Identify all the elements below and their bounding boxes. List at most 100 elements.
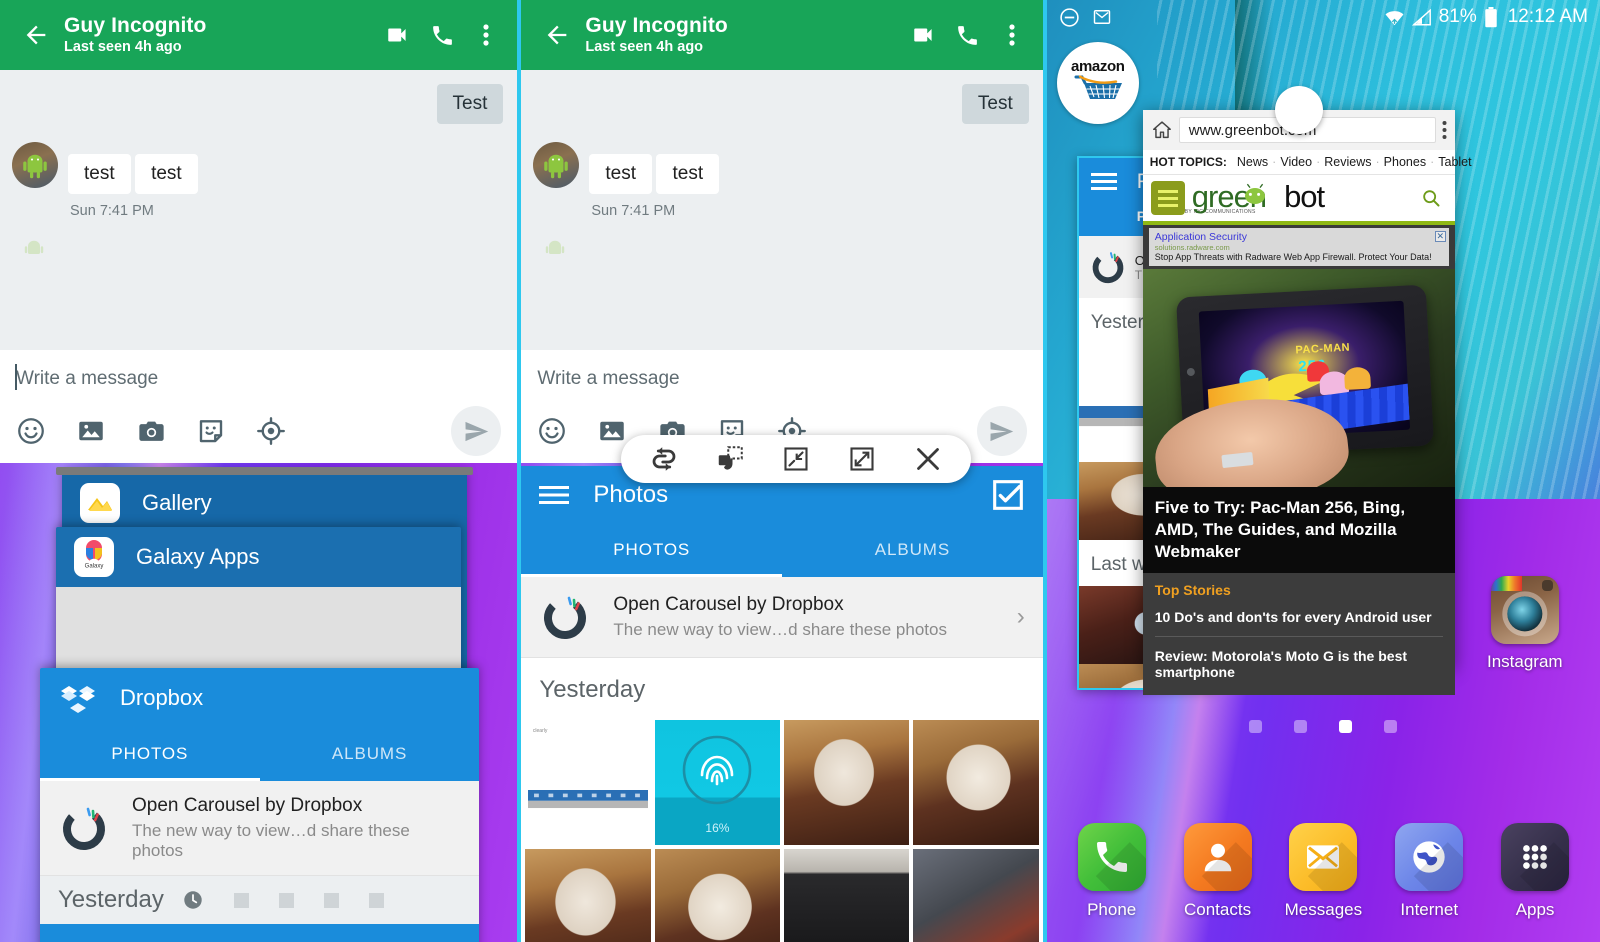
dock-item-apps[interactable]: Apps bbox=[1487, 823, 1583, 920]
advertisement[interactable]: Application Security solutions.radware.c… bbox=[1142, 225, 1455, 270]
page-dot[interactable] bbox=[1294, 720, 1308, 733]
checkbox-checked-icon[interactable] bbox=[991, 478, 1025, 512]
clock-icon bbox=[182, 889, 204, 911]
message-placeholder: Write a message bbox=[16, 368, 159, 389]
card-stack-edge bbox=[56, 467, 474, 475]
hero-image[interactable]: PAC-MAN 256 bbox=[1142, 269, 1455, 488]
section-label: Yesterday bbox=[58, 886, 164, 913]
tab-photos[interactable]: PHOTOS bbox=[40, 728, 260, 778]
minimize-window-icon[interactable] bbox=[763, 435, 829, 483]
page-dot[interactable] bbox=[1384, 720, 1398, 733]
dock-item-internet[interactable]: Internet bbox=[1381, 823, 1477, 920]
carousel-subtitle: The new way to view…d share these photos bbox=[132, 821, 410, 860]
photo-cell[interactable] bbox=[654, 849, 781, 942]
sticker-icon[interactable] bbox=[196, 416, 256, 446]
carousel-promo-row[interactable]: Open Carousel by Dropbox The new way to … bbox=[40, 781, 480, 876]
message-input[interactable]: Write a message bbox=[521, 350, 1042, 400]
android-mascot-icon bbox=[20, 150, 50, 180]
top-stories-section: Top Stories 10 Do's and don'ts for every… bbox=[1142, 572, 1455, 695]
more-vertical-icon[interactable] bbox=[1442, 120, 1447, 140]
incoming-message-row: test test Sun 7:41 PM bbox=[521, 124, 1042, 219]
contact-name: Guy Incognito bbox=[64, 14, 207, 38]
contact-name: Guy Incognito bbox=[585, 14, 728, 38]
carousel-subtitle: The new way to view…d share these photos bbox=[613, 620, 947, 639]
site-menu-icon[interactable] bbox=[1150, 181, 1185, 215]
photo-cell[interactable] bbox=[913, 849, 1039, 942]
instagram-shortcut[interactable]: Instagram bbox=[1451, 576, 1599, 672]
dock-item-messages[interactable]: Messages bbox=[1275, 823, 1371, 920]
home-dock: Phone Contacts Messages Internet Apps bbox=[1047, 823, 1600, 920]
gallery-icon[interactable] bbox=[76, 416, 136, 446]
contact-last-seen: Last seen 4h ago bbox=[585, 38, 704, 55]
chevron-right-icon[interactable]: › bbox=[1017, 603, 1025, 631]
hamburger-icon[interactable] bbox=[539, 484, 573, 506]
dropbox-icon bbox=[58, 678, 98, 718]
dock-label: Internet bbox=[1400, 900, 1459, 919]
maximize-window-icon[interactable] bbox=[829, 435, 895, 483]
incoming-message-bubble: test bbox=[135, 154, 198, 194]
drag-and-drop-icon[interactable] bbox=[697, 435, 763, 483]
contact-info[interactable]: Guy Incognito Last seen 4h ago bbox=[585, 14, 910, 56]
contact-info[interactable]: Guy Incognito Last seen 4h ago bbox=[64, 14, 385, 56]
camera-icon[interactable] bbox=[136, 416, 196, 447]
dock-label: Messages bbox=[1284, 900, 1363, 919]
video-camera-icon[interactable] bbox=[911, 22, 937, 48]
tab-albums[interactable]: ALBUMS bbox=[260, 728, 480, 778]
location-icon[interactable] bbox=[256, 416, 316, 446]
message-placeholder: Write a message bbox=[537, 368, 680, 389]
back-arrow-icon[interactable] bbox=[535, 13, 579, 57]
recent-card-dropbox[interactable]: Dropbox PHOTOS ALBUMS Open Carousel by D… bbox=[40, 668, 480, 942]
story-link[interactable]: 10 Do's and don'ts for every Android use… bbox=[1154, 598, 1443, 637]
browser-popup-window[interactable]: www.greenbot.com HOT TOPICS: News · Video… bbox=[1142, 86, 1472, 695]
nav-link-phones[interactable]: Phones bbox=[1384, 155, 1426, 169]
emoji-icon[interactable] bbox=[16, 416, 76, 446]
photo-cell[interactable]: 16% bbox=[654, 720, 781, 846]
carousel-title: Open Carousel by Dropbox bbox=[132, 795, 363, 816]
tab-photos[interactable]: PHOTOS bbox=[521, 524, 782, 574]
photo-cell[interactable] bbox=[913, 720, 1039, 846]
carousel-title: Open Carousel by Dropbox bbox=[613, 594, 844, 615]
dock-item-contacts[interactable]: Contacts bbox=[1170, 823, 1266, 920]
home-icon[interactable] bbox=[1151, 119, 1173, 141]
photo-cell[interactable] bbox=[525, 849, 651, 942]
nav-link-video[interactable]: Video bbox=[1280, 155, 1312, 169]
back-arrow-icon[interactable] bbox=[14, 13, 58, 57]
message-input[interactable]: Write a message bbox=[0, 350, 517, 400]
article-headline[interactable]: Five to Try: Pac-Man 256, Bing, AMD, The… bbox=[1142, 487, 1455, 573]
close-window-icon[interactable] bbox=[895, 435, 961, 483]
carousel-promo-row[interactable]: Open Carousel by Dropbox The new way to … bbox=[521, 577, 1043, 658]
ad-title[interactable]: Application Security bbox=[1155, 231, 1443, 243]
page-dot-active[interactable] bbox=[1339, 720, 1353, 733]
more-vertical-icon[interactable] bbox=[473, 22, 499, 48]
story-link[interactable]: Review: Motorola's Moto G is the best sm… bbox=[1155, 637, 1443, 691]
amazon-shortcut[interactable]: amazon bbox=[1056, 42, 1139, 124]
panel-right-homescreen: 81% 12:12 AM amazon P O T Yesterda Last … bbox=[1046, 0, 1600, 942]
dock-item-phone[interactable]: Phone bbox=[1064, 823, 1160, 920]
photo-cell[interactable]: clearly bbox=[525, 720, 651, 846]
fingerprint-icon bbox=[680, 733, 754, 807]
tab-albums[interactable]: ALBUMS bbox=[782, 524, 1043, 574]
search-icon[interactable] bbox=[1421, 188, 1447, 208]
photo-cell[interactable] bbox=[784, 720, 910, 846]
phone-icon[interactable] bbox=[955, 22, 981, 48]
nav-link-news[interactable]: News bbox=[1237, 155, 1268, 169]
send-icon[interactable] bbox=[451, 406, 502, 456]
swap-windows-icon[interactable] bbox=[631, 435, 697, 483]
ad-close-icon[interactable]: ✕ bbox=[1434, 231, 1446, 242]
emoji-icon[interactable] bbox=[537, 416, 597, 446]
instagram-label: Instagram bbox=[1486, 652, 1563, 671]
video-camera-icon[interactable] bbox=[385, 22, 411, 48]
hamburger-icon[interactable] bbox=[1090, 172, 1117, 191]
status-notifications bbox=[1059, 7, 1112, 28]
window-move-handle[interactable] bbox=[1274, 86, 1323, 134]
nav-link-reviews[interactable]: Reviews bbox=[1324, 155, 1371, 169]
photo-cell[interactable] bbox=[784, 849, 910, 942]
phone-icon[interactable] bbox=[429, 22, 455, 48]
messaging-app-top-window: Guy Incognito Last seen 4h ago Test test… bbox=[521, 0, 1043, 463]
more-vertical-icon[interactable] bbox=[999, 22, 1025, 48]
incoming-message-bubble: test bbox=[68, 154, 131, 194]
page-dot[interactable] bbox=[1249, 720, 1263, 733]
send-icon[interactable] bbox=[976, 406, 1027, 456]
nav-link-tablet[interactable]: Tablet bbox=[1438, 155, 1471, 169]
top-stories-label: Top Stories bbox=[1154, 581, 1231, 598]
